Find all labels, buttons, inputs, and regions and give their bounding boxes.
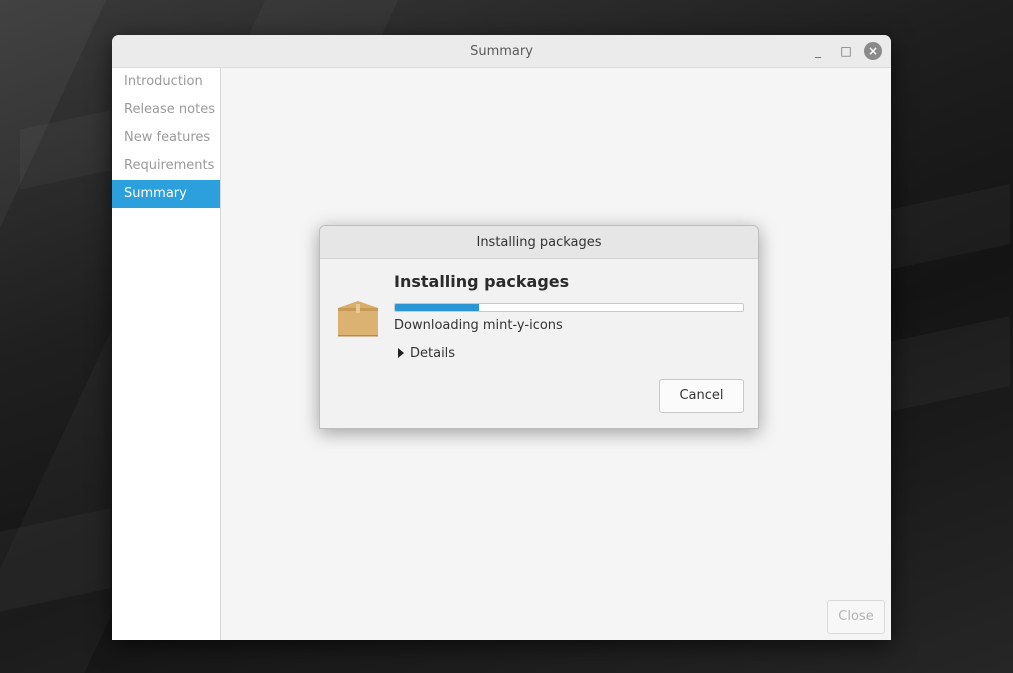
dialog-heading: Installing packages <box>394 272 570 291</box>
dialog-title: Installing packages <box>476 235 602 250</box>
maximize-button[interactable]: □ <box>838 43 854 59</box>
dialog-titlebar[interactable]: Installing packages <box>320 226 758 259</box>
sidebar-item-introduction[interactable]: Introduction <box>112 68 220 96</box>
cancel-button[interactable]: Cancel <box>659 379 744 413</box>
background-tile <box>880 316 1010 414</box>
installing-packages-dialog: Installing packages Installing packages … <box>319 225 759 429</box>
close-window-button[interactable]: × <box>864 42 882 60</box>
progress-fill <box>395 304 479 311</box>
sidebar: Introduction Release notes New features … <box>112 68 221 640</box>
background-tile <box>0 508 110 611</box>
details-label: Details <box>410 346 456 361</box>
close-button[interactable]: Close <box>827 600 885 634</box>
sidebar-item-release-notes[interactable]: Release notes <box>112 96 220 124</box>
download-progress-bar <box>394 303 744 312</box>
package-box-icon <box>338 301 378 337</box>
sidebar-item-summary[interactable]: Summary <box>112 180 220 208</box>
background-tile <box>20 110 110 189</box>
progress-status-text: Downloading mint-y-icons <box>394 318 563 333</box>
expand-arrow-icon <box>398 348 404 358</box>
sidebar-item-new-features[interactable]: New features <box>112 124 220 152</box>
details-expander[interactable]: Details <box>398 346 455 361</box>
window-title: Summary <box>470 44 533 59</box>
sidebar-item-requirements[interactable]: Requirements <box>112 152 220 180</box>
window-titlebar[interactable]: Summary _ □ × <box>112 35 891 68</box>
minimize-button[interactable]: _ <box>810 43 826 59</box>
